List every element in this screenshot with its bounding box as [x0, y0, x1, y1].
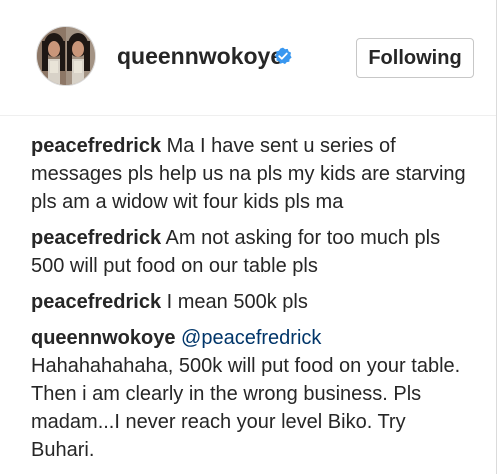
comment-item: peacefredrick Am not asking for too much… [31, 224, 471, 280]
following-button[interactable]: Following [356, 38, 474, 78]
comment-text: Hahahahahaha, 500k will put food on your… [31, 355, 461, 461]
avatar[interactable] [36, 26, 96, 86]
comment-author[interactable]: queennwokoye [31, 327, 175, 349]
comment-item: peacefredrick Ma I have sent u series of… [31, 132, 471, 216]
post-panel: queennwokoye Following peacefredrick Ma … [0, 0, 497, 474]
verified-badge-icon [274, 47, 292, 65]
comment-author[interactable]: peacefredrick [31, 135, 161, 157]
comment-item: peacefredrick I mean 500k pls [31, 288, 471, 316]
comment-list: peacefredrick Ma I have sent u series of… [31, 132, 471, 472]
comment-author[interactable]: peacefredrick [31, 291, 161, 313]
comment-author[interactable]: peacefredrick [31, 227, 161, 249]
post-header: queennwokoye Following [0, 0, 496, 116]
comment-item: queennwokoye @peacefredrick Hahahahahaha… [31, 324, 471, 464]
comment-mention[interactable]: @peacefredrick [181, 327, 321, 349]
comment-text: I mean 500k pls [166, 291, 308, 313]
profile-username[interactable]: queennwokoye [117, 42, 283, 70]
avatar-photo [37, 27, 95, 85]
